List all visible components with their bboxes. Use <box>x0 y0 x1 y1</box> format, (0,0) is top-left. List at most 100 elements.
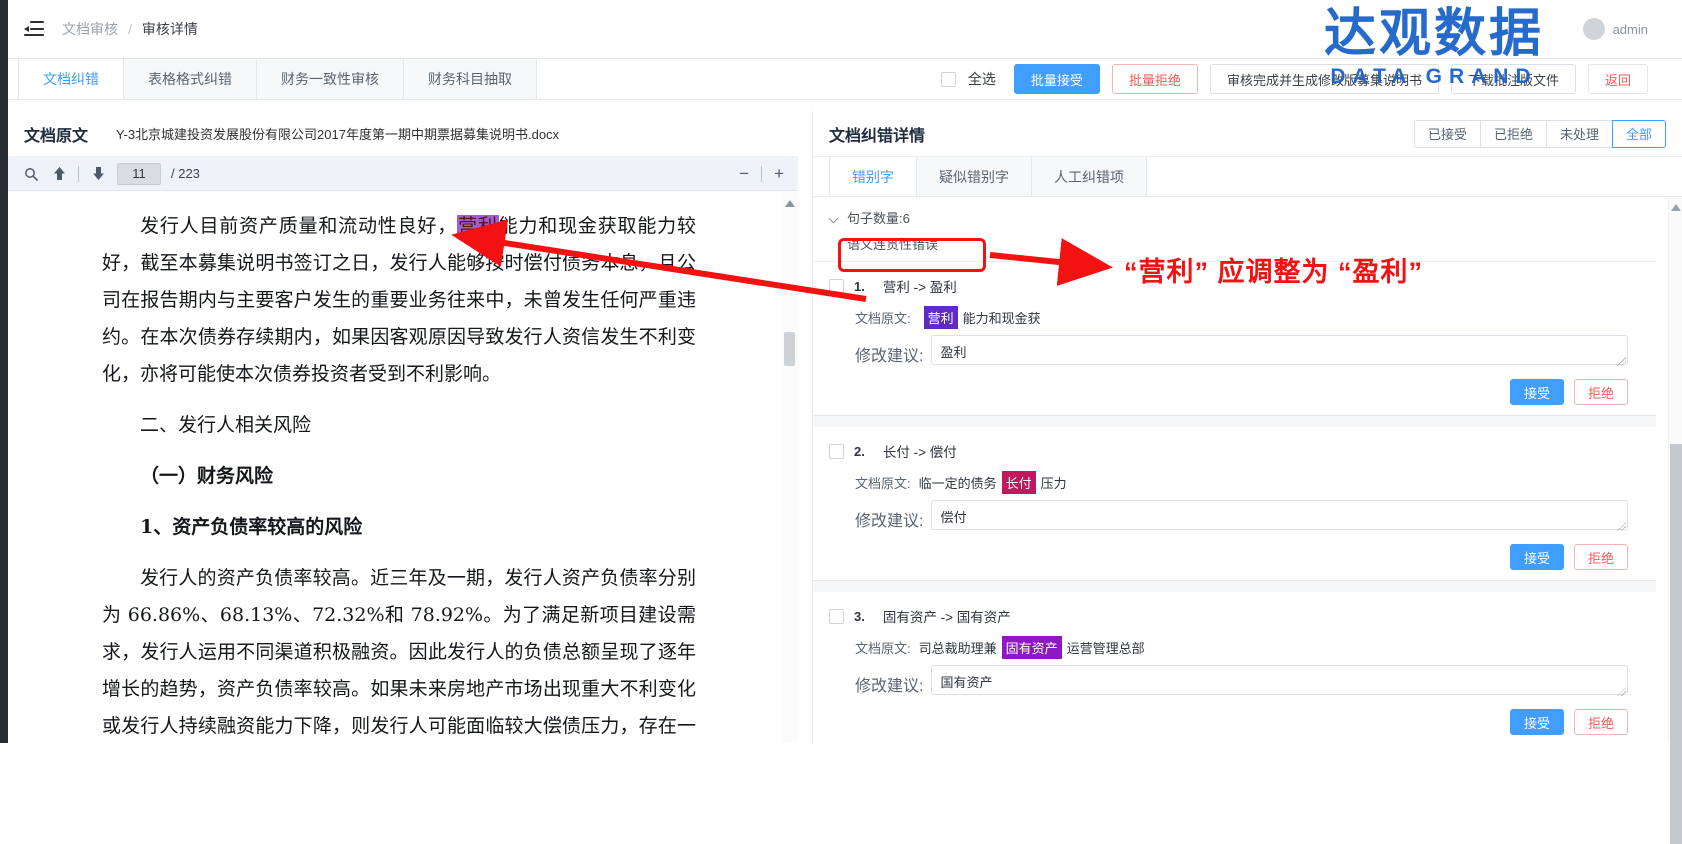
user-box[interactable]: admin <box>1583 18 1648 40</box>
page-number-input[interactable] <box>117 163 161 185</box>
item-number: 2. <box>854 444 865 459</box>
app-window: 文档审核 / 审核详情 admin 文档纠错 表格格式纠错 财务一致性审核 财务… <box>8 0 1682 743</box>
doc-heading-sub: （一）财务风险 <box>102 458 696 495</box>
document-panel: 文档原文 Y-3北京城建投资发展股份有限公司2017年度第一期中期票据募集说明书… <box>8 111 798 743</box>
item-change-text: 营利 -> 盈利 <box>875 274 965 298</box>
doc-paragraph-1: 发行人目前资产质量和流动性良好，营利能力和现金获取能力较好，截至本募集说明书签订… <box>102 208 696 393</box>
batch-accept-button[interactable]: 批量接受 <box>1014 64 1100 94</box>
zoom-out-button[interactable]: − <box>739 165 749 182</box>
filter-all[interactable]: 全部 <box>1612 120 1666 148</box>
document-scrollbar[interactable] <box>782 192 798 743</box>
page-up-icon[interactable] <box>50 165 68 183</box>
item-checkbox[interactable] <box>829 279 844 294</box>
zoom-in-button[interactable]: + <box>774 165 784 182</box>
filter-unhandled[interactable]: 未处理 <box>1546 120 1613 148</box>
original-highlight: 营利 <box>924 306 958 329</box>
select-all-label[interactable]: 全选 <box>968 69 996 89</box>
page-down-icon[interactable] <box>89 165 107 183</box>
doc-heading-point1: 1、资产负债率较高的风险 <box>102 509 696 546</box>
suggestion-input[interactable]: 盈利 <box>931 335 1628 365</box>
sentence-group-header[interactable]: 句子数量:6 <box>829 208 1628 227</box>
scroll-up-icon[interactable] <box>785 200 795 207</box>
original-post: 运营管理总部 <box>1067 638 1145 657</box>
doc-highlight-yingli[interactable]: 营利 <box>457 215 499 237</box>
tab-finance-consistency[interactable]: 财务一致性审核 <box>257 59 404 99</box>
toolbar-divider <box>78 166 79 182</box>
batch-toolbar: 全选 批量接受 批量拒绝 审核完成并生成修改版募集说明书 下载批注版文件 返回 <box>941 59 1648 99</box>
suggestion-input[interactable]: 偿付 <box>931 500 1628 530</box>
correction-panel-title: 文档纠错详情 <box>829 122 925 146</box>
doc-paragraph-2: 发行人的资产负债率较高。近三年及一期，发行人资产负债率分别为 66.86%、68… <box>102 560 696 743</box>
accept-button[interactable]: 接受 <box>1510 709 1564 735</box>
select-all-checkbox[interactable] <box>941 72 956 87</box>
item-number: 3. <box>854 609 865 624</box>
original-highlight: 固有资产 <box>1002 636 1062 659</box>
top-header: 文档审核 / 审核详情 admin <box>8 0 1682 58</box>
document-scrollbar-thumb[interactable] <box>784 332 795 366</box>
item-divider <box>813 580 1656 592</box>
finish-generate-button[interactable]: 审核完成并生成修改版募集说明书 <box>1210 64 1439 94</box>
item-change-text: 长付 -> 偿付 <box>875 439 965 463</box>
tab-typos[interactable]: 错别字 <box>829 157 917 196</box>
chevron-down-icon[interactable] <box>829 213 839 223</box>
content-panels: 文档原文 Y-3北京城建投资发展股份有限公司2017年度第一期中期票据募集说明书… <box>8 111 1682 743</box>
filter-accepted[interactable]: 已接受 <box>1414 120 1481 148</box>
zoom-divider <box>761 166 762 182</box>
correction-item-1: 1. 营利 -> 盈利 文档原文: 营利 能力和现金获 修改建议: 盈利 <box>829 262 1628 405</box>
tab-finance-subject[interactable]: 财务科目抽取 <box>404 59 537 99</box>
original-pre: 司总裁助理兼 <box>919 638 997 657</box>
suggestion-label: 修改建议: <box>855 342 923 366</box>
document-page: 发行人目前资产质量和流动性良好，营利能力和现金获取能力较好，截至本募集说明书签订… <box>8 192 782 743</box>
correction-panel: 文档纠错详情 已接受 已拒绝 未处理 全部 错别字 疑似错别字 人工纠错项 句子… <box>812 111 1682 743</box>
doc-heading-section: 二、发行人相关风险 <box>102 407 696 444</box>
breadcrumb-root[interactable]: 文档审核 <box>62 19 118 39</box>
document-panel-title: 文档原文 <box>24 122 88 146</box>
item-checkbox[interactable] <box>829 609 844 624</box>
collapse-menu-icon[interactable] <box>24 21 44 37</box>
item-divider <box>813 415 1656 427</box>
error-type-label: 语义连贯性错误 <box>847 234 1628 253</box>
sentence-count: 句子数量:6 <box>847 208 910 227</box>
user-avatar[interactable] <box>1583 18 1605 40</box>
breadcrumb-current: 审核详情 <box>142 19 198 39</box>
original-post: 能力和现金获 <box>963 308 1041 327</box>
breadcrumb-separator: / <box>128 21 132 37</box>
accept-button[interactable]: 接受 <box>1510 379 1564 405</box>
status-filter-group: 已接受 已拒绝 未处理 全部 <box>1414 120 1666 148</box>
page-total: / 223 <box>171 166 200 181</box>
correction-item-2: 2. 长付 -> 偿付 文档原文: 临一定的债务 长付 压力 修改建议: 偿付 <box>829 427 1628 570</box>
reject-button[interactable]: 拒绝 <box>1574 709 1628 735</box>
suggestion-label: 修改建议: <box>855 672 923 696</box>
item-checkbox[interactable] <box>829 444 844 459</box>
correction-tabs: 错别字 疑似错别字 人工纠错项 <box>813 157 1682 197</box>
collapsed-sidebar <box>0 0 8 743</box>
item-change-text: 固有资产 -> 国有资产 <box>875 604 1019 628</box>
document-panel-header: 文档原文 Y-3北京城建投资发展股份有限公司2017年度第一期中期票据募集说明书… <box>8 111 798 157</box>
batch-reject-button[interactable]: 批量拒绝 <box>1112 64 1198 94</box>
search-icon[interactable] <box>22 165 40 183</box>
scroll-up-icon[interactable] <box>1671 204 1681 211</box>
suggestion-label: 修改建议: <box>855 507 923 531</box>
accept-button[interactable]: 接受 <box>1510 544 1564 570</box>
original-label: 文档原文: <box>855 638 911 657</box>
back-button[interactable]: 返回 <box>1588 64 1648 94</box>
item-number: 1. <box>854 279 865 294</box>
tab-suspected-typos[interactable]: 疑似错别字 <box>917 157 1032 196</box>
correction-scrollbar-thumb[interactable] <box>1670 444 1682 844</box>
tab-doc-correction[interactable]: 文档纠错 <box>18 59 124 99</box>
zoom-controls: − + <box>739 165 784 182</box>
user-name: admin <box>1613 22 1648 37</box>
filter-rejected[interactable]: 已拒绝 <box>1480 120 1547 148</box>
document-toolbar: / 223 − + <box>8 157 798 191</box>
main-tabbar: 文档纠错 表格格式纠错 财务一致性审核 财务科目抽取 全选 批量接受 批量拒绝 … <box>8 58 1682 100</box>
reject-button[interactable]: 拒绝 <box>1574 379 1628 405</box>
tab-table-format[interactable]: 表格格式纠错 <box>124 59 257 99</box>
correction-scrollbar[interactable] <box>1668 198 1682 743</box>
original-pre: 临一定的债务 <box>919 473 997 492</box>
tab-manual-corrections[interactable]: 人工纠错项 <box>1032 157 1147 196</box>
document-filename: Y-3北京城建投资发展股份有限公司2017年度第一期中期票据募集说明书.docx <box>116 124 559 143</box>
original-label: 文档原文: <box>855 473 911 492</box>
download-annotated-button[interactable]: 下载批注版文件 <box>1451 64 1576 94</box>
reject-button[interactable]: 拒绝 <box>1574 544 1628 570</box>
suggestion-input[interactable]: 国有资产 <box>931 665 1628 695</box>
